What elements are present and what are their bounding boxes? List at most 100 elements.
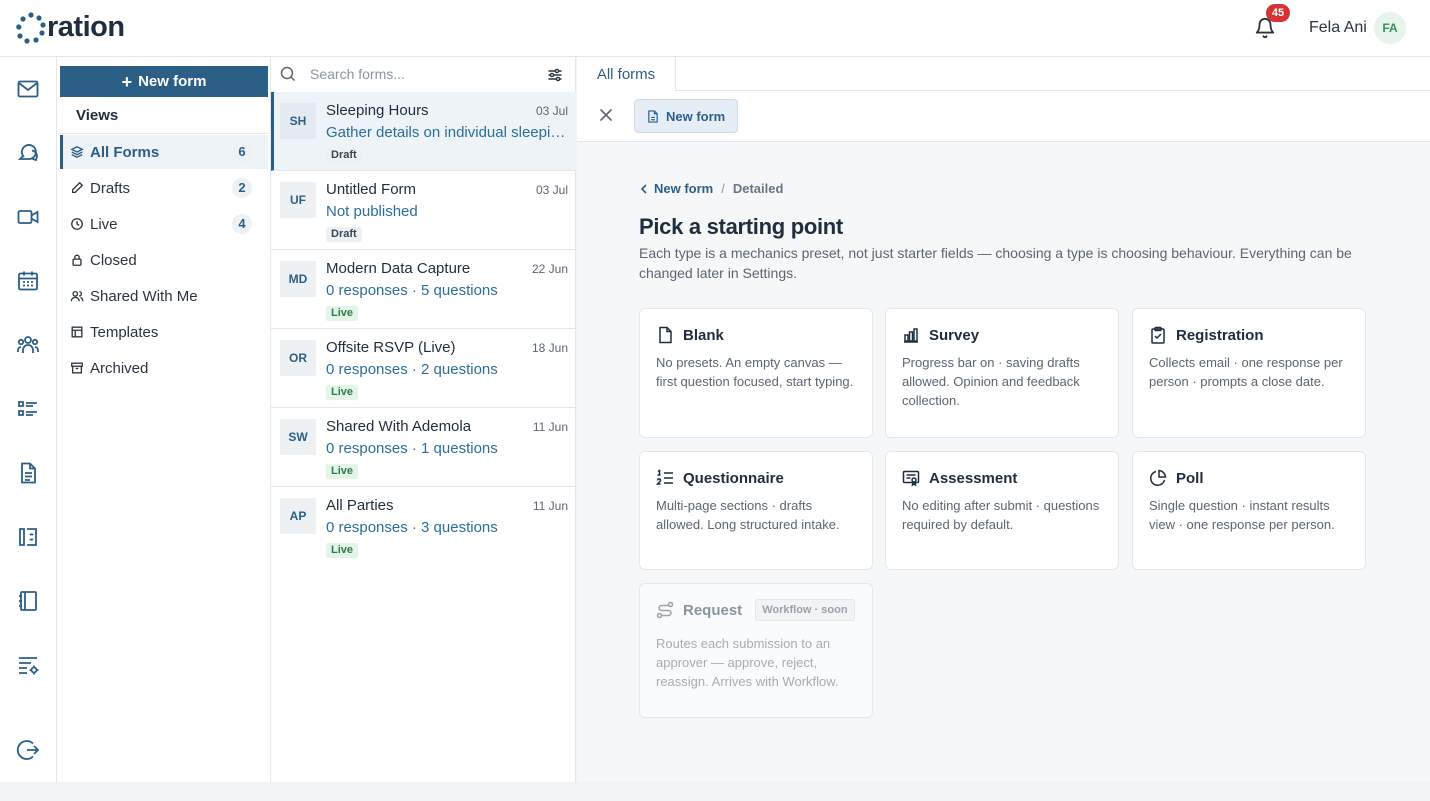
list-item[interactable]: MD Modern Data Capture 22 Jun 0 response… [271, 250, 576, 329]
form-date: 03 Jul [535, 104, 568, 118]
filter-sliders-icon[interactable] [547, 67, 563, 83]
form-subtitle: 0 responses · 5 questions [326, 282, 498, 299]
sidebar-item-all-forms[interactable]: All Forms 6 [60, 135, 268, 169]
tab-all-forms[interactable]: All forms [577, 57, 676, 91]
card-survey[interactable]: Survey Progress bar on · saving drafts a… [885, 308, 1119, 438]
video-icon[interactable] [16, 205, 40, 229]
chevron-left-icon[interactable] [640, 183, 648, 194]
divider [60, 133, 268, 134]
form-title: Offsite RSVP (Live) [326, 339, 456, 356]
form-initials-avatar: OR [280, 340, 316, 376]
count-badge: 6 [232, 142, 252, 162]
new-form-chip[interactable]: New form [634, 99, 739, 133]
card-description: No presets. An empty canvas — first ques… [656, 355, 854, 389]
card-poll[interactable]: Poll Single question · instant results v… [1132, 451, 1366, 570]
sidebar-item-closed[interactable]: Closed [60, 243, 268, 277]
card-assessment[interactable]: Assessment No editing after submit · que… [885, 451, 1119, 570]
calendar-icon[interactable] [16, 269, 40, 293]
mail-icon[interactable] [16, 77, 40, 101]
main-content: All forms New form New form / Detailed P… [577, 57, 1430, 782]
clipboard-check-icon [1149, 326, 1167, 344]
checklist-icon[interactable] [16, 397, 40, 421]
page-description: Each type is a mechanics preset, not jus… [639, 245, 1352, 281]
card-title: Assessment [929, 469, 1018, 487]
sidebar-item-drafts[interactable]: Drafts 2 [60, 171, 268, 205]
list-item[interactable]: SW Shared With Ademola 11 Jun 0 response… [271, 408, 576, 487]
list-item[interactable]: UF Untitled Form 03 Jul Not published Dr… [271, 171, 576, 250]
book-sync-icon[interactable] [16, 525, 40, 549]
lock-icon [70, 253, 84, 267]
notebook-icon[interactable] [16, 589, 40, 613]
card-description: Routes each submission to an approver — … [656, 636, 839, 689]
card-title: Questionnaire [683, 469, 784, 487]
route-icon [656, 601, 674, 619]
file-icon [648, 109, 658, 123]
status-badge: Live [326, 543, 359, 558]
form-date: 22 Jun [531, 262, 568, 276]
document-icon[interactable] [16, 461, 40, 485]
card-title: Request [683, 601, 743, 619]
users-icon [70, 289, 84, 303]
file-icon [656, 326, 674, 344]
form-title: Shared With Ademola [326, 418, 472, 435]
sidebar-item-label: Live [90, 215, 118, 233]
card-title: Blank [683, 326, 724, 344]
sidebar-item-live[interactable]: Live 4 [60, 207, 268, 241]
card-description: No editing after submit · questions requ… [902, 498, 1100, 532]
coming-soon-badge: Workflow · soon [755, 599, 855, 621]
card-title: Survey [929, 326, 980, 344]
form-subtitle: 0 responses · 3 questions [326, 519, 498, 536]
top-bar: ration 45 Fela Ani FA [0, 0, 1430, 57]
card-blank[interactable]: Blank No presets. An empty canvas — firs… [639, 308, 873, 438]
layers-icon [70, 145, 84, 159]
search-icon [280, 66, 296, 82]
search-bar [271, 57, 576, 92]
card-questionnaire[interactable]: Questionnaire Multi-page sections · draf… [639, 451, 873, 570]
page-title: Pick a starting point [639, 214, 843, 239]
clock-icon [70, 217, 84, 231]
search-input[interactable] [310, 63, 530, 85]
list-item[interactable]: SH Sleeping Hours 03 Jul Gather details … [271, 92, 576, 171]
new-form-button[interactable]: + New form [60, 66, 268, 97]
bottom-strip [0, 782, 1430, 801]
form-title: Untitled Form [326, 181, 417, 198]
sidebar-item-archived[interactable]: Archived [60, 351, 268, 385]
count-badge: 4 [232, 214, 252, 234]
form-subtitle: Not published [326, 203, 418, 220]
list-item[interactable]: AP All Parties 11 Jun 0 responses · 3 qu… [271, 487, 576, 566]
archive-icon [70, 361, 84, 375]
form-subtitle: 0 responses · 2 questions [326, 361, 498, 378]
people-icon[interactable] [16, 333, 40, 357]
form-initials-avatar: AP [280, 498, 316, 534]
app-logo[interactable]: ration [16, 11, 125, 44]
card-description: Collects email · one response per person… [1149, 355, 1343, 389]
sidebar-item-templates[interactable]: Templates [60, 315, 268, 349]
card-title: Registration [1176, 326, 1264, 344]
breadcrumb-parent-link[interactable]: New form [654, 181, 713, 196]
logout-icon[interactable] [16, 738, 40, 762]
sidebar-item-label: Shared With Me [90, 287, 198, 305]
user-name[interactable]: Fela Ani [1309, 19, 1367, 37]
list-item[interactable]: OR Offsite RSVP (Live) 18 Jun 0 response… [271, 329, 576, 408]
certificate-icon [902, 469, 920, 487]
sidebar-item-label: Drafts [90, 179, 131, 197]
status-badge: Draft [326, 227, 362, 242]
avatar[interactable]: FA [1374, 12, 1406, 44]
card-title: Poll [1176, 469, 1204, 487]
settings-list-icon[interactable] [16, 653, 40, 677]
pencil-icon [70, 181, 84, 195]
chat-icon[interactable] [16, 141, 40, 165]
sidebar-item-shared-with-me[interactable]: Shared With Me [60, 279, 268, 313]
form-initials-avatar: UF [280, 182, 316, 218]
form-title: Sleeping Hours [326, 102, 429, 119]
logo-text: ration [47, 11, 125, 43]
sidebar-item-label: Templates [90, 323, 159, 341]
card-registration[interactable]: Registration Collects email · one respon… [1132, 308, 1366, 438]
templates-icon [70, 325, 84, 339]
sub-toolbar: New form [577, 91, 1430, 142]
count-badge: 2 [232, 178, 252, 198]
chip-label: New form [666, 108, 726, 124]
close-icon[interactable] [598, 107, 614, 123]
logo-mark-icon [16, 11, 46, 44]
form-subtitle: 0 responses · 1 questions [326, 440, 498, 457]
